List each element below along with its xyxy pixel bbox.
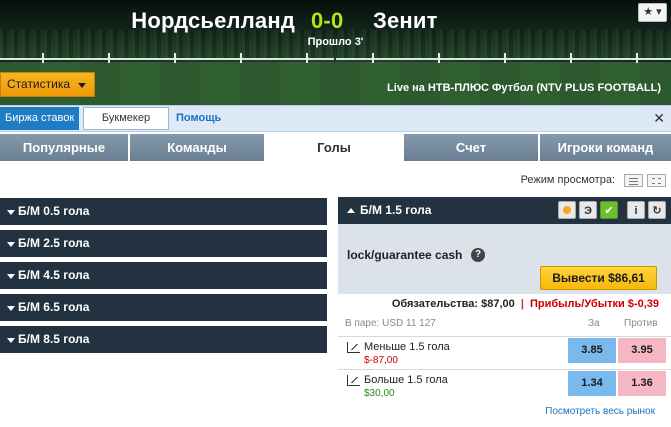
checkmark-icon[interactable]: ✔ bbox=[600, 201, 618, 219]
liability-text: Обязательства: $87,00 bbox=[391, 298, 515, 310]
elapsed-time-text: Прошло 3' bbox=[307, 36, 364, 48]
timeline-tick bbox=[372, 53, 374, 63]
lay-odds-button[interactable]: 3.95 bbox=[618, 338, 666, 363]
tab-bookmaker[interactable]: Букмекер bbox=[83, 107, 169, 130]
away-team-name: Зенит bbox=[373, 8, 438, 33]
tab-goals[interactable]: Голы bbox=[266, 134, 404, 161]
exchange-subnav: Биржа ставок Букмекер Помощь ✕ bbox=[0, 105, 671, 132]
help-link[interactable]: Помощь bbox=[176, 107, 221, 130]
chevron-down-icon bbox=[7, 274, 15, 279]
runner-profit-loss: $30,00 bbox=[364, 388, 395, 399]
chevron-down-icon bbox=[7, 210, 15, 215]
cashout-button[interactable]: Вывести $86,61 bbox=[540, 266, 657, 290]
timeline-tick bbox=[504, 53, 506, 63]
market-over-under-0-5[interactable]: Б/М 0.5 гола bbox=[0, 198, 327, 225]
close-icon[interactable]: ✕ bbox=[653, 109, 665, 127]
tab-teams[interactable]: Команды bbox=[130, 134, 266, 161]
price-chart-icon[interactable] bbox=[347, 342, 360, 353]
view-mode-switcher: Режим просмотра: bbox=[521, 173, 666, 187]
timeline-tick bbox=[108, 53, 110, 63]
tab-popular[interactable]: Популярные bbox=[0, 134, 130, 161]
list-view-icon[interactable] bbox=[624, 173, 643, 187]
market-over-under-8-5[interactable]: Б/М 8.5 гола bbox=[0, 326, 327, 353]
timeline-tick bbox=[174, 53, 176, 63]
market-panel-title: Б/М 1.5 гола bbox=[360, 203, 432, 217]
back-odds-button[interactable]: 1.34 bbox=[568, 371, 616, 396]
timeline-tick bbox=[636, 53, 638, 63]
page-root: Нордсьелланд 0-0 Зенит Прошло 3' ★ ▾ Ста… bbox=[0, 0, 671, 427]
back-column-header: За bbox=[588, 318, 600, 329]
runner-profit-loss: $-87,00 bbox=[364, 355, 398, 366]
chevron-up-icon bbox=[347, 208, 355, 213]
divider: | bbox=[520, 298, 524, 310]
elapsed-time: Прошло 3' bbox=[0, 36, 671, 48]
runner-row-under: Меньше 1.5 гола $-87,00 3.85 3.95 bbox=[338, 336, 671, 369]
chevron-down-icon bbox=[78, 83, 86, 88]
market-category-tabs: Популярные Команды Голы Счет Игроки кома… bbox=[0, 134, 671, 161]
match-hero-banner: Нордсьелланд 0-0 Зенит Прошло 3' ★ ▾ Ста… bbox=[0, 0, 671, 105]
lock-guarantee-label: lock/guarantee cash bbox=[347, 248, 463, 262]
chevron-down-icon bbox=[7, 306, 15, 311]
runner-name: Меньше 1.5 гола bbox=[364, 341, 450, 353]
statistics-label: Статистика bbox=[7, 77, 71, 91]
tab-score[interactable]: Счет bbox=[404, 134, 540, 161]
live-broadcast-label: Live на НТВ-ПЛЮС Футбол (NTV PLUS FOOTBA… bbox=[387, 82, 661, 94]
match-score: 0-0 bbox=[311, 8, 344, 33]
market-label: Б/М 4.5 гола bbox=[18, 268, 90, 282]
lay-odds-button[interactable]: 1.36 bbox=[618, 371, 666, 396]
timeline-progress-marker bbox=[334, 53, 336, 63]
market-over-under-2-5[interactable]: Б/М 2.5 гола bbox=[0, 230, 327, 257]
chevron-down-icon bbox=[7, 338, 15, 343]
market-over-under-6-5[interactable]: Б/М 6.5 гола bbox=[0, 294, 327, 321]
market-panel-header[interactable]: Б/М 1.5 гола Э ✔ i ↻ bbox=[338, 197, 671, 224]
matched-volume: В паре: USD 11 127 bbox=[345, 318, 436, 329]
tab-team-players[interactable]: Игроки команд bbox=[540, 134, 671, 161]
cashout-section: lock/guarantee cash ? Вывести $86,61 bbox=[338, 224, 671, 294]
profit-loss-text: Прибыль/Убытки $-0,39 bbox=[529, 298, 659, 310]
runner-name: Больше 1.5 гола bbox=[364, 374, 448, 386]
tab-exchange[interactable]: Биржа ставок bbox=[0, 107, 80, 130]
refresh-icon[interactable]: ↻ bbox=[648, 201, 666, 219]
favorite-star-icon[interactable]: ★ ▾ bbox=[638, 3, 667, 22]
timeline-tick bbox=[306, 53, 308, 63]
market-panel-toolbar: Э ✔ i ↻ bbox=[558, 201, 666, 219]
home-team-name: Нордсьелланд bbox=[131, 8, 295, 33]
timeline-tick bbox=[42, 53, 44, 63]
runner-row-over: Больше 1.5 гола $30,00 1.34 1.36 bbox=[338, 369, 671, 402]
market-label: Б/М 8.5 гола bbox=[18, 332, 90, 346]
chevron-down-icon bbox=[7, 242, 15, 247]
liability-pnl-line: Обязательства: $87,00 | Прибыль/Убытки $… bbox=[338, 298, 671, 310]
market-over-under-4-5[interactable]: Б/М 4.5 гола bbox=[0, 262, 327, 289]
exchange-e-icon[interactable]: Э bbox=[579, 201, 597, 219]
lay-column-header: Против bbox=[624, 318, 658, 329]
market-label: Б/М 6.5 гола bbox=[18, 300, 90, 314]
price-chart-icon[interactable] bbox=[347, 375, 360, 386]
timeline-tick bbox=[570, 53, 572, 63]
view-mode-label: Режим просмотра: bbox=[520, 174, 615, 186]
in-play-dot-icon[interactable] bbox=[558, 201, 576, 219]
match-timeline bbox=[0, 53, 671, 63]
runner-column-headers: В паре: USD 11 127 За Против bbox=[338, 318, 671, 332]
market-label: Б/М 2.5 гола bbox=[18, 236, 90, 250]
back-odds-button[interactable]: 3.85 bbox=[568, 338, 616, 363]
market-label: Б/М 0.5 гола bbox=[18, 204, 90, 218]
question-icon[interactable]: ? bbox=[471, 248, 485, 262]
grid-view-icon[interactable] bbox=[647, 173, 666, 187]
timeline-tick bbox=[240, 53, 242, 63]
statistics-dropdown-button[interactable]: Статистика bbox=[0, 72, 95, 97]
see-full-market-link[interactable]: Посмотреть весь рынок bbox=[545, 406, 655, 417]
timeline-tick bbox=[438, 53, 440, 63]
info-icon[interactable]: i bbox=[627, 201, 645, 219]
